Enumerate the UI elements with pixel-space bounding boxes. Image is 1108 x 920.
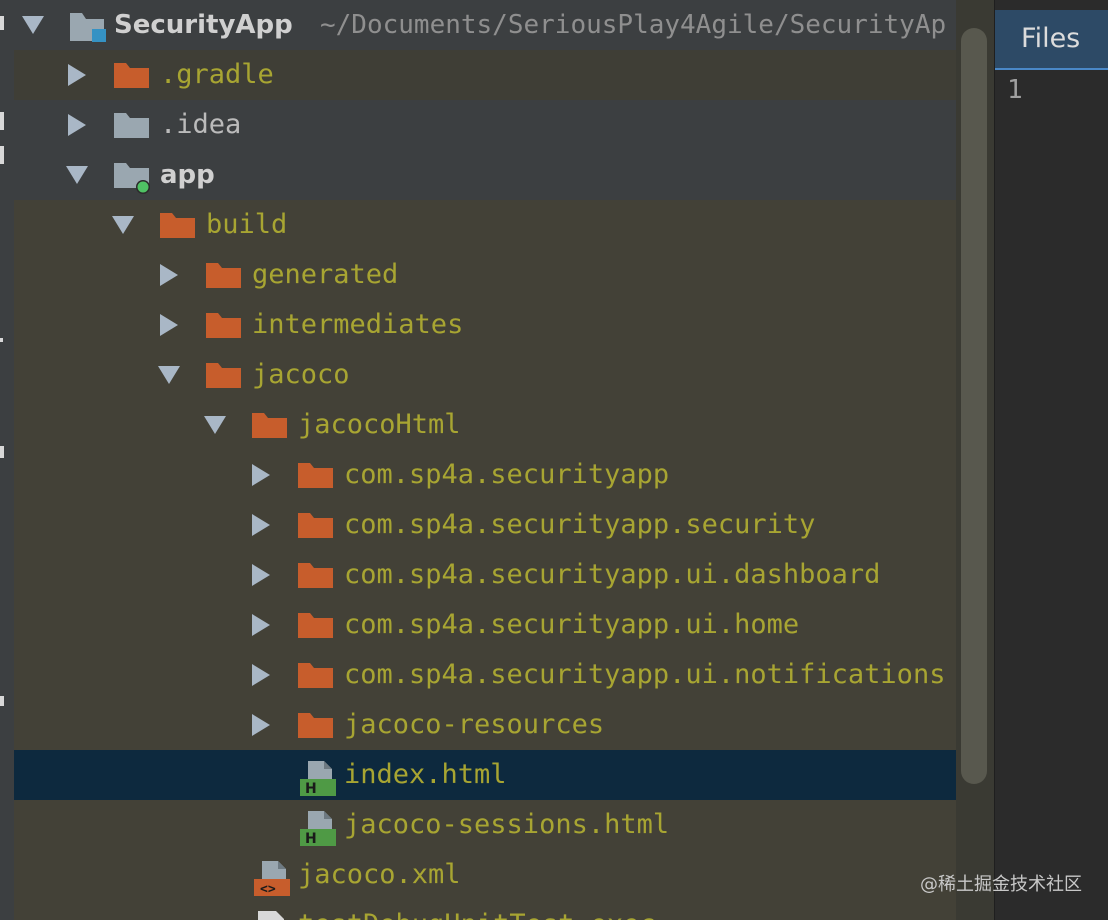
tree-row-index-html[interactable]: H index.html (14, 750, 956, 800)
svg-text:H: H (305, 781, 317, 797)
chevron-down-icon[interactable] (66, 150, 90, 200)
tree-row-package-security[interactable]: com.sp4a.securityapp.security (14, 500, 956, 550)
tool-strip-mark (0, 338, 3, 342)
tree-item-label: jacoco-resources (344, 709, 605, 740)
html-file-icon: H (298, 750, 338, 800)
tree-item-label: intermediates (252, 309, 464, 340)
watermark: @稀土掘金技术社区 (920, 874, 1082, 895)
tree-item-label: app (160, 160, 215, 190)
folder-icon (114, 100, 154, 150)
tree-row-package-notifications[interactable]: com.sp4a.securityapp.ui.notifications (14, 650, 956, 700)
project-path: ~/Documents/SeriousPlay4Agile/SecurityAp (320, 10, 947, 40)
folder-icon (252, 400, 292, 450)
tool-strip-mark (0, 696, 4, 706)
chevron-right-icon[interactable] (250, 550, 274, 600)
tool-strip-mark (0, 446, 4, 458)
folder-icon (298, 650, 338, 700)
tree-item-label: com.sp4a.securityapp.ui.dashboard (344, 559, 881, 590)
tree-row-package-home[interactable]: com.sp4a.securityapp.ui.home (14, 600, 956, 650)
project-folder-icon (68, 0, 108, 50)
tree-row-package[interactable]: com.sp4a.securityapp (14, 450, 956, 500)
tree-item-label: jacoco.xml (298, 859, 461, 890)
tree-row-intermediates[interactable]: intermediates (14, 300, 956, 350)
tree-row-jacoco-xml[interactable]: <> jacoco.xml (14, 850, 956, 900)
tree-row-jacoco[interactable]: jacoco (14, 350, 956, 400)
tool-strip-mark (0, 146, 4, 164)
tree-row-generated[interactable]: generated (14, 250, 956, 300)
chevron-down-icon[interactable] (22, 0, 46, 50)
chevron-right-icon[interactable] (158, 300, 182, 350)
folder-icon (298, 700, 338, 750)
chevron-right-icon[interactable] (250, 600, 274, 650)
tree-row-build[interactable]: build (14, 200, 956, 250)
folder-icon (298, 500, 338, 550)
tool-strip-mark (0, 112, 4, 130)
chevron-down-icon[interactable] (112, 200, 136, 250)
folder-icon (206, 250, 246, 300)
tree-item-label: jacoco (252, 359, 350, 390)
chevron-right-icon[interactable] (250, 500, 274, 550)
folder-icon (114, 50, 154, 100)
file-icon (252, 900, 292, 920)
svg-text:H: H (305, 831, 317, 847)
editor-tab-label: Files (1021, 23, 1081, 54)
tree-item-label: .idea (160, 109, 242, 140)
tree-item-label: com.sp4a.securityapp.ui.notifications (344, 659, 946, 690)
tree-row-jacocohtml[interactable]: jacocoHtml (14, 400, 956, 450)
folder-icon (206, 350, 246, 400)
chevron-right-icon[interactable] (250, 700, 274, 750)
tree-row-package-dashboard[interactable]: com.sp4a.securityapp.ui.dashboard (14, 550, 956, 600)
folder-icon (298, 450, 338, 500)
tree-row-exec-file[interactable]: testDebugUnitTest.exec (14, 900, 956, 920)
tree-item-label: com.sp4a.securityapp (344, 459, 670, 490)
folder-icon (298, 600, 338, 650)
tree-item-label: .gradle (160, 59, 274, 90)
tree-item-label: jacocoHtml (298, 409, 461, 440)
chevron-right-icon[interactable] (66, 50, 90, 100)
tree-item-label: build (206, 209, 288, 240)
tree-scrollbar-thumb[interactable] (961, 28, 987, 784)
tool-strip-mark (0, 16, 4, 30)
tree-row-gradle[interactable]: .gradle (14, 50, 956, 100)
chevron-right-icon[interactable] (66, 100, 90, 150)
project-tree[interactable]: SecurityApp ~/Documents/SeriousPlay4Agil… (14, 0, 956, 920)
tree-item-label: generated (252, 259, 399, 290)
chevron-down-icon[interactable] (204, 400, 228, 450)
tree-row-idea[interactable]: .idea (14, 100, 956, 150)
chevron-down-icon[interactable] (158, 350, 182, 400)
tree-row-jacoco-resources[interactable]: jacoco-resources (14, 700, 956, 750)
tree-item-label: testDebugUnitTest.exec (298, 900, 656, 920)
chevron-right-icon[interactable] (250, 650, 274, 700)
tree-item-label: com.sp4a.securityapp.security (344, 509, 816, 540)
folder-icon (206, 300, 246, 350)
project-name: SecurityApp (114, 10, 293, 40)
tree-item-label: index.html (344, 759, 507, 790)
editor-pane: Files 1 (994, 0, 1108, 920)
tree-item-label: com.sp4a.securityapp.ui.home (344, 609, 800, 640)
tree-row-app[interactable]: app (14, 150, 956, 200)
svg-text:<>: <> (260, 882, 276, 897)
line-number: 1 (1007, 75, 1023, 105)
chevron-right-icon[interactable] (250, 450, 274, 500)
xml-file-icon: <> (252, 850, 292, 900)
module-folder-icon (114, 150, 154, 200)
left-tool-strip (0, 0, 14, 920)
tree-row-sessions-html[interactable]: H jacoco-sessions.html (14, 800, 956, 850)
folder-icon (298, 550, 338, 600)
html-file-icon: H (298, 800, 338, 850)
chevron-right-icon[interactable] (158, 250, 182, 300)
tree-item-label: jacoco-sessions.html (344, 809, 670, 840)
folder-icon (160, 200, 200, 250)
tree-root-row[interactable]: SecurityApp ~/Documents/SeriousPlay4Agil… (14, 0, 956, 50)
editor-tab[interactable]: Files (995, 10, 1108, 70)
